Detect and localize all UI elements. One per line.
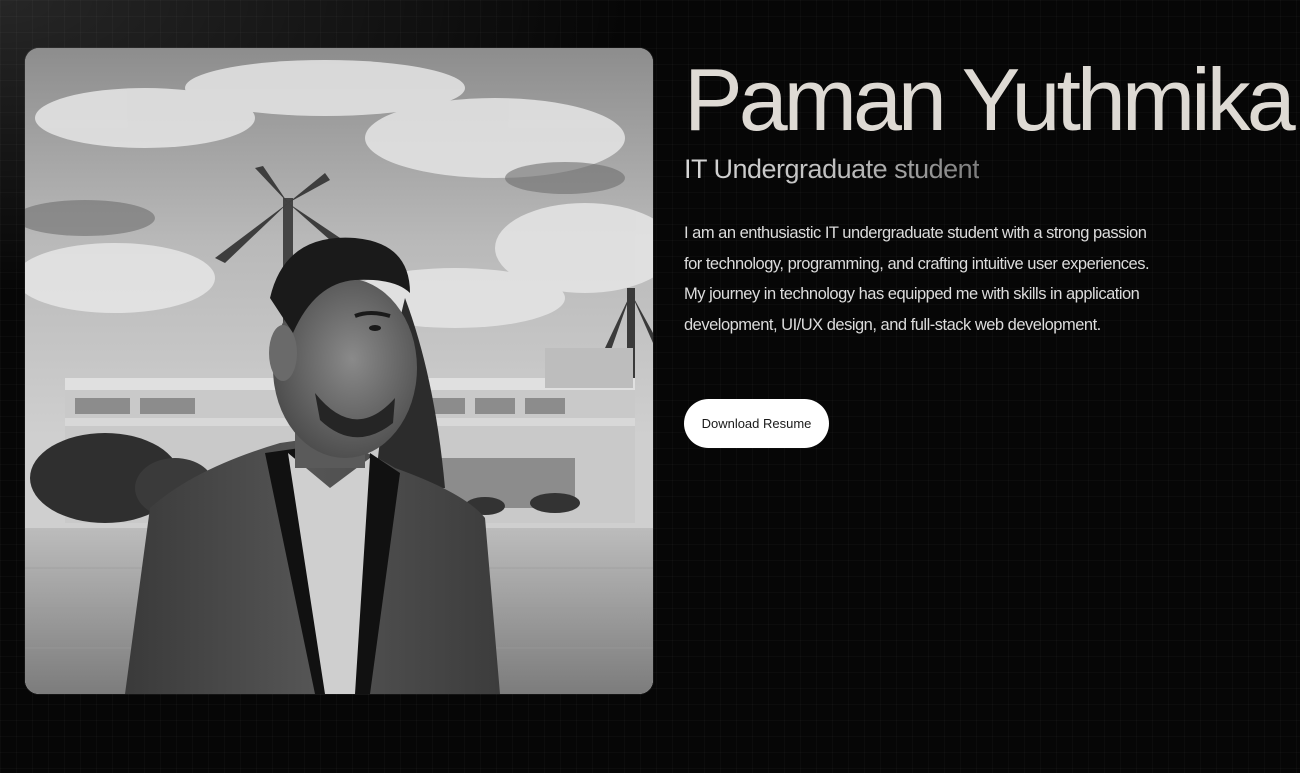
hero-name: Paman Yuthmika <box>684 50 1296 149</box>
hero-subtitle: IT Undergraduate student <box>684 154 980 184</box>
hero-bio: I am an enthusiastic IT undergraduate st… <box>684 224 1150 334</box>
download-resume-button[interactable]: Download Resume <box>684 399 829 448</box>
profile-photo <box>25 48 653 694</box>
